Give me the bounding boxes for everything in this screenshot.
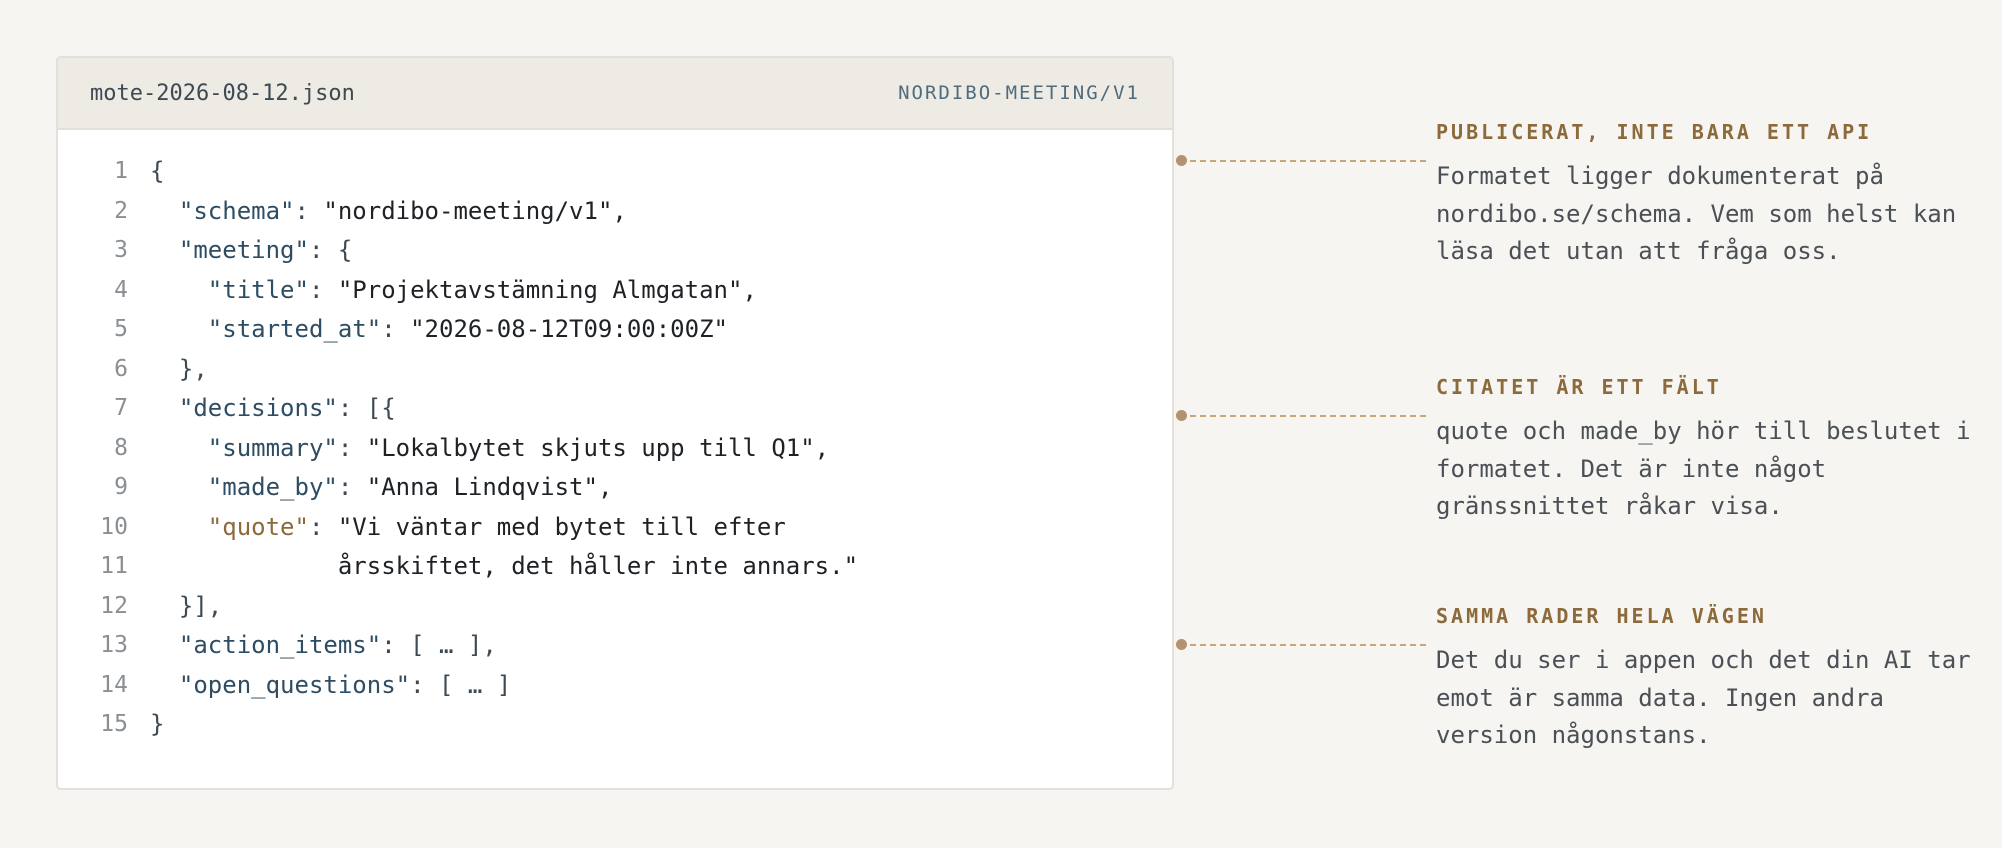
connector-line [1180,160,1426,162]
code-token: }], [178,591,223,620]
json-key: "schema" [178,196,295,225]
json-value: "Vi väntar med bytet till efter [337,512,786,541]
connector-line [1180,415,1426,417]
code-token: { [337,236,353,264]
json-value: "Projektavstämning Almgatan", [337,275,757,304]
note-title: CITATET ÄR ETT FÄLT [1436,375,1722,399]
json-value: [ … ] [439,670,512,699]
json-key: "started_at" [207,315,382,343]
json-key: "title" [207,275,309,304]
line-number: 6 [114,355,128,382]
line-number: 12 [100,592,128,619]
connector-line [1180,644,1426,646]
line-number: 8 [114,434,128,461]
code-line: 11 årsskiftet, det håller inte annars." [58,547,1172,587]
json-key: "summary" [207,433,338,462]
line-number: 11 [100,553,128,579]
note-body: Det du ser i appen och det din AI tar em… [1436,646,1971,749]
code-line: 10 "quote": "Vi väntar med bytet till ef… [58,508,1172,548]
code-line: 1 { [58,152,1172,192]
json-key-quote: "quote" [207,512,309,541]
code-line: 8 "summary": "Lokalbytet skjuts upp till… [58,429,1172,469]
line-number: 15 [100,711,128,737]
code-line: 13 "action_items": [ … ], [58,626,1172,666]
line-number: 14 [100,671,128,698]
note-body: Formatet ligger dokumenterat på nordibo.… [1436,162,1957,265]
connector-dot-icon [1176,410,1187,421]
file-name: mote-2026-08-12.json [90,80,355,106]
code-token: [{ [366,394,396,422]
json-value: "2026-08-12T09:00:00Z" [410,315,728,343]
code-line: 5 "started_at": "2026-08-12T09:00:00Z" [58,310,1172,350]
json-value: "Anna Lindqvist", [366,473,613,501]
json-value: "nordibo-meeting/v1", [323,196,627,225]
json-value: årsskiftet, det håller inte annars." [337,552,859,580]
code-panel-header: mote-2026-08-12.json NORDIBO-MEETING/V1 [58,58,1172,130]
code-line: 9 "made_by": "Anna Lindqvist", [58,468,1172,508]
code-line: 15 } [58,705,1172,745]
json-key: "action_items" [178,631,382,659]
line-number: 3 [114,237,128,263]
code-line: 6 }, [58,350,1172,390]
note-title: SAMMA RADER HELA VÄGEN [1436,604,1767,628]
code-line: 12 }], [58,587,1172,627]
line-number: 9 [114,474,128,500]
code-line: 3 "meeting": { [58,231,1172,271]
code-line: 4 "title": "Projektavstämning Almgatan", [58,271,1172,311]
note-body: quote och made_by hör till beslutet i fo… [1436,417,1971,520]
line-number: 10 [100,513,128,540]
code-token: { [150,157,165,185]
connector-dot-icon [1176,155,1187,166]
line-number: 4 [114,276,128,303]
json-key: "made_by" [207,473,338,501]
json-value: [ … ], [410,631,497,659]
json-value: "Lokalbytet skjuts upp till Q1", [366,433,830,462]
code-line: 14 "open_questions": [ … ] [58,666,1172,706]
schema-tag: NORDIBO-MEETING/V1 [898,82,1140,104]
line-number: 7 [114,395,128,421]
code-line: 2 "schema": "nordibo-meeting/v1", [58,192,1172,232]
line-number: 2 [114,197,128,224]
note-title: PUBLICERAT, INTE BARA ETT API [1436,120,1873,144]
json-key: "open_questions" [178,670,411,699]
code-line: 7 "decisions": [{ [58,389,1172,429]
line-number: 5 [114,316,128,342]
code-token: }, [178,354,208,383]
json-key: "decisions" [178,394,338,422]
connector-dot-icon [1176,639,1187,650]
json-key: "meeting" [178,236,309,264]
code-panel: mote-2026-08-12.json NORDIBO-MEETING/V1 … [56,56,1174,790]
line-number: 13 [100,632,128,658]
code-body: 1 { 2 "schema": "nordibo-meeting/v1", 3 … [58,130,1172,745]
line-number: 1 [114,158,128,184]
code-token: } [150,710,165,738]
